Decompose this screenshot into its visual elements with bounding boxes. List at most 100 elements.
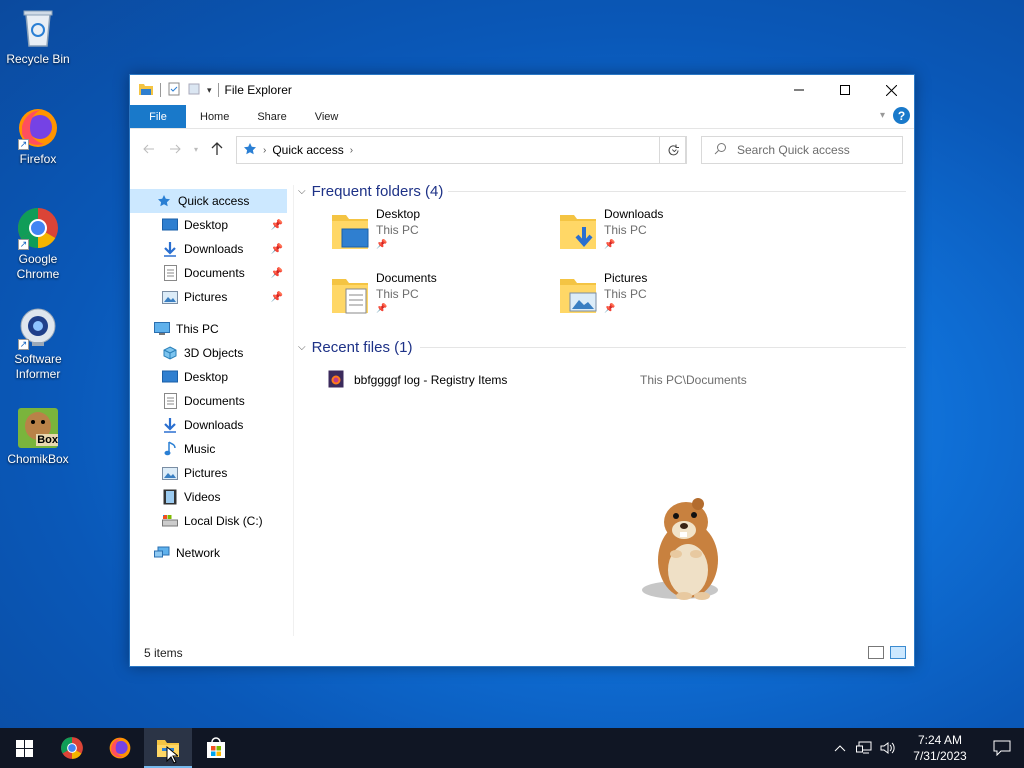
file-explorer-window: ▾ File Explorer File Home Share View ▾ ? [129,74,915,667]
desktop-icon-chomikbox[interactable]: Box ChomikBox [4,406,72,467]
recent-file-name: bbfggggf log - Registry Items [354,373,508,387]
sidebar-item-documents-pc[interactable]: Documents [130,389,287,413]
network-status-icon[interactable] [852,728,876,768]
close-button[interactable] [868,75,914,105]
folder-location: This PC [604,223,647,237]
folder-app-icon [138,81,154,100]
recent-file-row[interactable]: bbfggggf log - Registry Items This PC\Do… [296,369,906,391]
expand-ribbon-icon[interactable]: ▾ [880,110,885,121]
navigation-bar: ▾ › Quick access › ⌄ Search Quick access [130,129,914,169]
up-button[interactable] [206,138,228,160]
taskbar-store[interactable] [192,728,240,768]
desktop-icon [162,369,178,385]
folder-location: This PC [376,223,419,237]
breadcrumb-chevron-icon[interactable]: › [350,145,353,156]
store-icon [207,737,225,758]
tab-view[interactable]: View [301,105,353,128]
tab-file[interactable]: File [130,105,186,128]
address-path[interactable]: Quick access [272,143,343,157]
tab-share[interactable]: Share [243,105,300,128]
frequent-folders-header[interactable]: ⌵ Frequent folders (4) [296,179,906,203]
sidebar-item-label: Desktop [184,370,229,384]
new-folder-icon[interactable] [187,82,201,99]
taskbar-file-explorer[interactable] [144,728,192,768]
sidebar-item-this-pc[interactable]: This PC [130,317,287,341]
action-center-button[interactable] [980,728,1024,768]
minimize-button[interactable] [776,75,822,105]
sidebar-item-documents[interactable]: Documents 📌 [130,261,287,285]
taskbar-firefox[interactable] [96,728,144,768]
sidebar-item-desktop[interactable]: Desktop 📌 [130,213,287,237]
show-hidden-icons-chevron-icon[interactable] [828,728,852,768]
sidebar-item-pictures-pc[interactable]: Pictures [130,461,287,485]
frequent-folders-grid: Desktop This PC 📌 Downloads This PC 📌 Do… [296,207,906,323]
folder-tile-desktop[interactable]: Desktop This PC 📌 [330,207,558,259]
cube-icon [162,345,178,361]
volume-icon[interactable] [876,728,900,768]
firefox-icon [109,737,131,759]
refresh-button[interactable] [659,136,687,164]
desktop-icon-firefox[interactable]: ↗ Firefox [4,106,72,167]
sidebar-item-pictures[interactable]: Pictures 📌 [130,285,287,309]
sidebar-item-label: Documents [184,266,245,280]
group-title: Recent files (1) [311,338,413,356]
group-divider [448,191,906,192]
back-button[interactable] [138,138,160,160]
folder-name: Downloads [604,207,664,221]
software-informer-icon: ↗ [16,306,60,350]
folder-location: This PC [376,287,419,301]
folder-tile-text: Desktop This PC 📌 [376,207,420,259]
network-icon [154,545,170,561]
taskbar-chrome[interactable] [48,728,96,768]
sidebar-item-local-disk[interactable]: Local Disk (C:) [130,509,287,533]
pin-icon: 📌 [604,303,616,313]
customize-qat-icon[interactable]: ▾ [207,85,212,96]
sidebar-item-label: Local Disk (C:) [184,514,263,528]
sidebar-item-downloads-pc[interactable]: Downloads [130,413,287,437]
sidebar-item-network[interactable]: Network [130,541,287,565]
address-bar[interactable]: › Quick access › ⌄ [236,136,686,164]
desktop-icon-recycle-bin[interactable]: Recycle Bin [4,6,72,67]
start-button[interactable] [0,728,48,768]
desktop-icon-software-informer[interactable]: ↗ Software Informer [4,306,72,382]
desktop-icon-google-chrome[interactable]: ↗ Google Chrome [4,206,72,282]
forward-button[interactable] [164,138,186,160]
clock[interactable]: 7:24 AM 7/31/2023 [900,732,980,764]
sidebar-item-desktop-pc[interactable]: Desktop [130,365,287,389]
pane-divider[interactable] [293,185,294,636]
sidebar-item-label: Documents [184,394,245,408]
large-icons-view-icon[interactable] [890,646,906,659]
collapse-chevron-icon[interactable]: ⌵ [298,186,306,197]
details-view-icon[interactable] [868,646,884,659]
pin-icon: 📌 [270,291,283,303]
sidebar-item-videos[interactable]: Videos [130,485,287,509]
quick-access-toolbar: ▾ [130,81,219,100]
hamster-image [640,496,730,604]
recent-locations-button[interactable]: ▾ [190,138,202,160]
sidebar-item-quick-access[interactable]: Quick access [130,189,287,213]
help-icon[interactable]: ? [893,107,910,124]
recent-file-path: This PC\Documents [640,373,747,387]
pictures-folder-icon [558,273,598,317]
properties-icon[interactable] [167,82,181,99]
sidebar-item-label: Pictures [184,466,228,480]
collapse-chevron-icon[interactable]: ⌵ [298,342,306,353]
folder-tile-documents[interactable]: Documents This PC 📌 [330,271,558,323]
ribbon-tabs: File Home Share View ▾ ? [130,105,914,129]
maximize-button[interactable] [822,75,868,105]
recent-files-header[interactable]: ⌵ Recent files (1) [296,335,906,359]
folder-tile-downloads[interactable]: Downloads This PC 📌 [558,207,786,259]
sidebar-item-3d-objects[interactable]: 3D Objects [130,341,287,365]
folder-tile-pictures[interactable]: Pictures This PC 📌 [558,271,786,323]
pin-icon: 📌 [270,219,283,231]
sidebar-item-music[interactable]: Music [130,437,287,461]
search-box[interactable]: Search Quick access [701,136,903,164]
folder-name: Documents [376,271,437,285]
clock-date: 7/31/2023 [913,749,967,763]
firefox-icon: ↗ [16,106,60,150]
sidebar-item-label: Music [184,442,216,456]
folder-location: This PC [604,287,647,301]
tab-home[interactable]: Home [186,105,243,128]
sidebar-item-downloads[interactable]: Downloads 📌 [130,237,287,261]
